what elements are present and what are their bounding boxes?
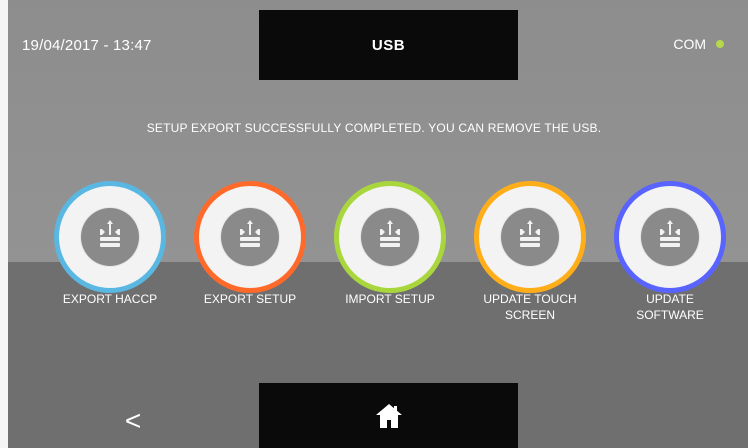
export-haccp-button[interactable]: EXPORT HACCP: [44, 181, 176, 331]
update-software-label: UPDATE SOFTWARE: [636, 292, 704, 322]
update-touch-screen-button[interactable]: UPDATE TOUCH SCREEN: [464, 181, 596, 331]
screen-edge: [0, 0, 8, 448]
update-touch-screen-label: UPDATE TOUCH SCREEN: [483, 292, 577, 322]
screen: 19/04/2017 - 13:47 USB COM SETUP EXPORT …: [0, 0, 748, 448]
usb-icon-container: [81, 208, 139, 266]
import-setup-label: IMPORT SETUP: [345, 292, 435, 306]
usb-icon: [380, 220, 400, 247]
home-button[interactable]: [259, 383, 518, 448]
usb-icon: [520, 220, 540, 247]
communication-status: COM: [673, 36, 724, 52]
export-setup-button[interactable]: EXPORT SETUP: [184, 181, 316, 331]
export-setup-label: EXPORT SETUP: [203, 292, 297, 306]
usb-icon: [240, 220, 260, 247]
page-title-text: USB: [371, 36, 406, 54]
usb-icon: [660, 220, 680, 247]
page-title: USB: [259, 10, 518, 80]
usb-icon-container: [641, 208, 699, 266]
status-message: SETUP EXPORT SUCCESSFULLY COMPLETED. YOU…: [146, 121, 602, 135]
usb-icon-container: [501, 208, 559, 266]
datetime: 19/04/2017 - 13:47: [22, 37, 152, 54]
usb-icon: [100, 220, 120, 247]
usb-icon-container: [361, 208, 419, 266]
communication-label: COM: [673, 36, 706, 52]
update-software-button[interactable]: UPDATE SOFTWARE: [604, 181, 736, 331]
home-icon: [375, 403, 402, 428]
export-haccp-label: EXPORT HACCP: [62, 292, 158, 306]
usb-icon-container: [221, 208, 279, 266]
import-setup-button[interactable]: IMPORT SETUP: [324, 181, 456, 331]
status-dot-icon: [716, 40, 724, 48]
back-button[interactable]: <: [118, 404, 148, 438]
chevron-left-icon: <: [124, 405, 142, 436]
